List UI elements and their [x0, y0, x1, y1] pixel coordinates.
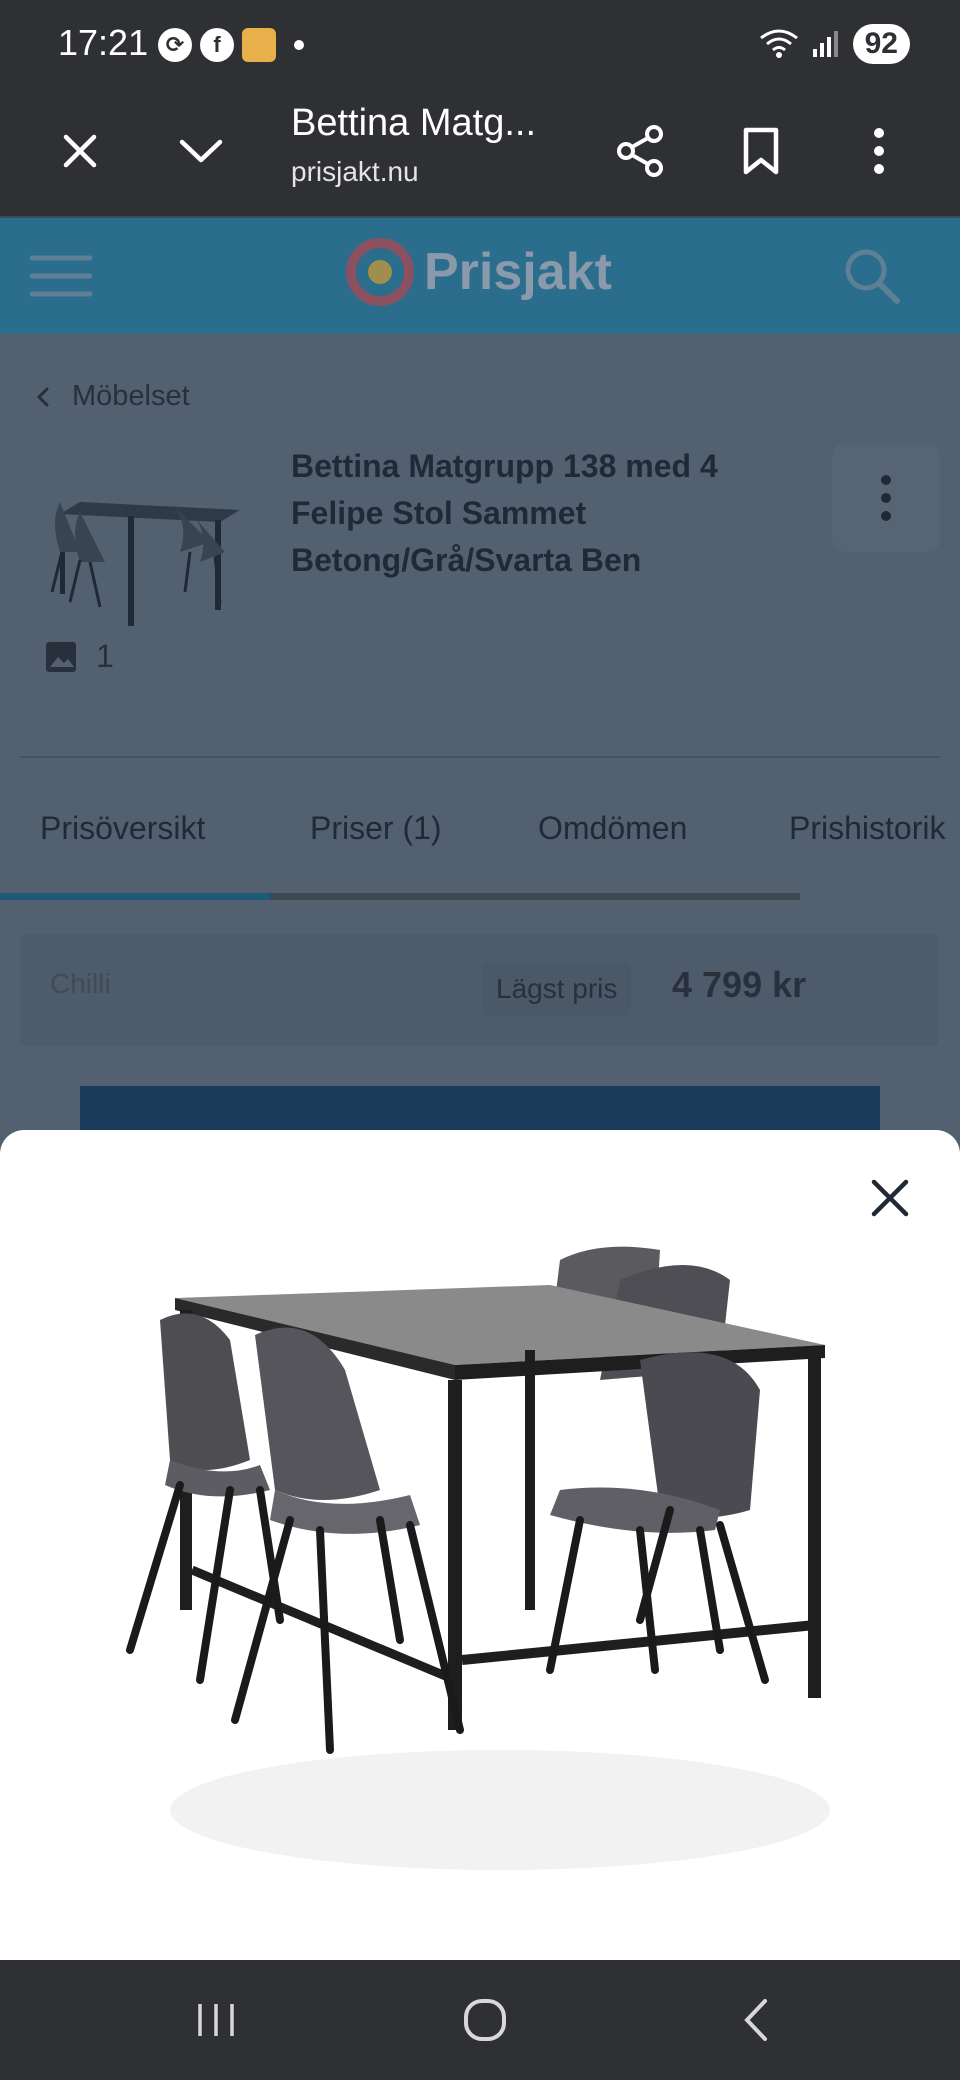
- browser-toolbar: Bettina Matg... prisjakt.nu: [0, 88, 960, 216]
- product-options-button[interactable]: [832, 444, 940, 552]
- image-icon: [46, 641, 76, 672]
- recent-apps-button[interactable]: [176, 1990, 256, 2050]
- chevron-left-icon: [36, 387, 49, 406]
- status-time: 17:21: [58, 22, 149, 63]
- image-count[interactable]: 1: [44, 638, 114, 675]
- close-tab-button[interactable]: [45, 116, 115, 186]
- wifi-icon: [759, 29, 798, 58]
- product-title: Bettina Matgrupp 138 med 4 Felipe Stol S…: [291, 448, 718, 578]
- divider: [20, 756, 940, 758]
- share-button[interactable]: [606, 116, 676, 186]
- more-notifications-icon: [294, 40, 304, 50]
- search-icon: [845, 249, 900, 304]
- signal-icon: [812, 31, 838, 57]
- page-url[interactable]: prisjakt.nu: [291, 156, 419, 188]
- tab-prishistorik[interactable]: Prishistorik: [789, 810, 945, 847]
- dot: [881, 511, 891, 521]
- active-tab-indicator: [0, 893, 270, 900]
- bookmark-icon: [743, 127, 779, 175]
- site-search-button[interactable]: [842, 246, 902, 311]
- tab-priser[interactable]: Priser (1): [310, 810, 442, 847]
- tab-omdomen[interactable]: Omdömen: [538, 810, 687, 847]
- logo-text: Prisjakt: [424, 243, 612, 301]
- status-bar: 17:21 ⟳ f 92: [0, 0, 960, 88]
- site-header: Prisjakt: [0, 216, 960, 334]
- close-icon: [63, 134, 97, 168]
- chevron-down-icon: [179, 139, 223, 163]
- logo-mark-icon: [346, 238, 414, 306]
- dot: [881, 493, 891, 503]
- breadcrumb-label: Möbelset: [72, 380, 190, 412]
- menu-icon: [29, 255, 93, 297]
- breadcrumb[interactable]: Möbelset: [36, 380, 190, 413]
- home-button[interactable]: [445, 1990, 525, 2050]
- system-nav-bar: [0, 1960, 960, 2080]
- back-icon: [744, 1999, 767, 2041]
- image-count-value: 1: [96, 638, 114, 674]
- prisjakt-logo[interactable]: Prisjakt: [346, 238, 612, 306]
- back-button[interactable]: [716, 1990, 796, 2050]
- price-value: 4 799 kr: [672, 964, 807, 1005]
- dot: [881, 475, 891, 485]
- close-icon: [871, 1179, 909, 1217]
- sync-icon: ⟳: [158, 28, 192, 62]
- home-icon: [464, 1999, 506, 2041]
- battery-indicator: 92: [852, 24, 910, 64]
- share-icon: [617, 125, 663, 177]
- tab-prisoversikt[interactable]: Prisöversikt: [40, 810, 205, 847]
- modal-close-button[interactable]: [862, 1170, 918, 1226]
- status-right: 92: [759, 24, 910, 64]
- shop-name: Chilli: [50, 968, 111, 999]
- more-vertical-icon: [874, 128, 884, 174]
- product-tabs: Prisöversikt Priser (1) Omdömen Prishist…: [0, 810, 960, 870]
- image-viewer-modal: [0, 1130, 960, 1960]
- lowest-price-badge: Lägst pris: [482, 962, 632, 1016]
- product-thumbnail[interactable]: [40, 482, 250, 642]
- price-row[interactable]: Chilli Lägst pris 4 799 kr: [20, 934, 938, 1046]
- recent-apps-icon: [198, 2004, 234, 2036]
- minimize-button[interactable]: [166, 116, 236, 186]
- browser-menu-button[interactable]: [844, 116, 914, 186]
- go-to-shop-button[interactable]: [80, 1086, 880, 1130]
- bookmark-button[interactable]: [726, 116, 796, 186]
- product-image: [126, 1246, 830, 1870]
- burger-app-icon: [242, 28, 276, 62]
- page-title: Bettina Matg...: [291, 102, 537, 144]
- facebook-icon: f: [200, 28, 234, 62]
- notification-icons: ⟳ f: [158, 28, 304, 62]
- hamburger-menu-button[interactable]: [29, 254, 93, 303]
